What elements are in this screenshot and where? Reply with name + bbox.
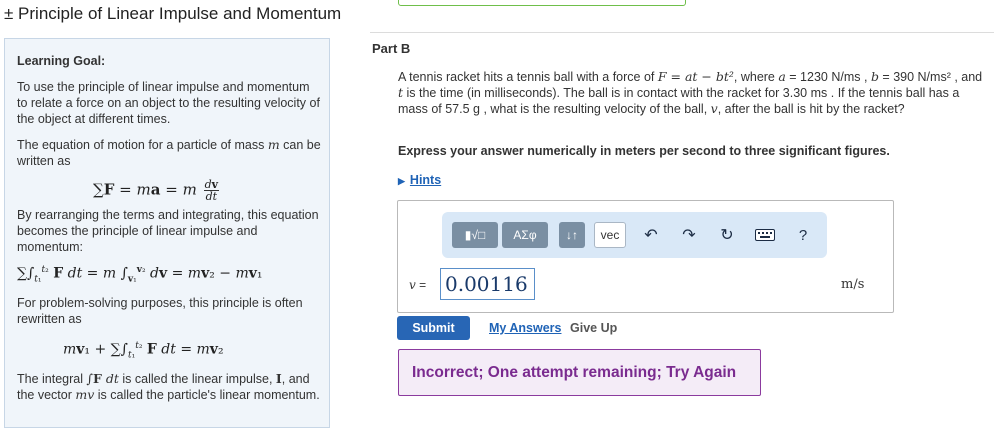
- hints-link[interactable]: ▶ Hints: [398, 173, 441, 187]
- templates-button[interactable]: ▮√□: [452, 222, 498, 248]
- part-label: Part B: [372, 41, 411, 56]
- page-title: ± Principle of Linear Impulse and Moment…: [4, 4, 342, 23]
- answer-variable-label: v =: [409, 278, 427, 292]
- learning-goal-heading: Learning Goal:: [17, 54, 106, 68]
- redo-icon[interactable]: ↷: [678, 224, 700, 246]
- answer-input[interactable]: [440, 268, 535, 300]
- give-up-link[interactable]: Give Up: [570, 321, 617, 335]
- linear-impulse-text: The integral ∫F dt is called the linear …: [17, 371, 320, 402]
- equation-of-motion-text: The equation of motion for a particle of…: [17, 137, 321, 168]
- expand-triangle-icon: ▶: [398, 176, 405, 186]
- math-toolbar: ▮√□ ΑΣφ ↓↑ vec ↶ ↷ ↻ ?: [442, 212, 827, 258]
- reset-icon[interactable]: ↻: [716, 224, 738, 246]
- learning-goal-intro: To use the principle of linear impulse a…: [17, 80, 320, 126]
- section-divider: [370, 32, 994, 33]
- answer-instruction: Express your answer numerically in meter…: [398, 144, 890, 158]
- submit-button[interactable]: Submit: [397, 316, 470, 340]
- previous-part-box: [398, 0, 686, 6]
- learning-goal-panel: Learning Goal: To use the principle of l…: [4, 38, 330, 428]
- greek-symbols-button[interactable]: ΑΣφ: [502, 222, 548, 248]
- keyboard-icon[interactable]: [754, 224, 776, 246]
- rewritten-equation: mv₁ + ∑∫t₁t₂ F dt = mv₂: [63, 341, 224, 361]
- feedback-message: Incorrect; One attempt remaining; Try Ag…: [398, 349, 761, 396]
- help-icon[interactable]: ?: [792, 224, 814, 246]
- undo-icon[interactable]: ↶: [640, 224, 662, 246]
- integrating-text: By rearranging the terms and integrating…: [17, 208, 319, 254]
- rewritten-text: For problem-solving purposes, this princ…: [17, 296, 303, 326]
- answer-unit: m/s: [841, 277, 865, 292]
- question-text: A tennis racket hits a tennis ball with …: [398, 69, 983, 116]
- my-answers-link[interactable]: My Answers: [489, 321, 561, 335]
- equation-of-motion: ∑F = ma = m dv dt: [93, 178, 220, 203]
- subscript-superscript-button[interactable]: ↓↑: [559, 222, 585, 248]
- impulse-momentum-equation: ∑∫t₁t₂ F dt = m ∫v₁v₂ dv = mv₂ − mv₁: [17, 265, 263, 285]
- vector-button[interactable]: vec: [594, 222, 626, 248]
